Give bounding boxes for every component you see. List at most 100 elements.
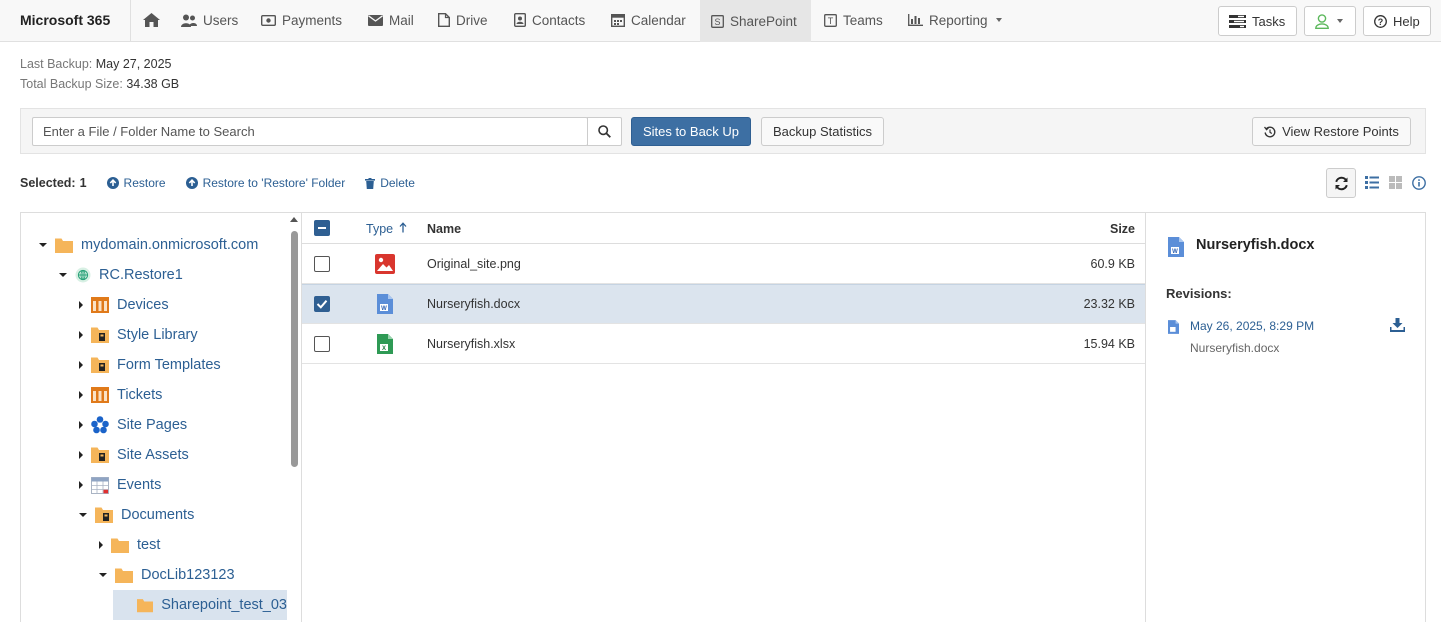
mail-icon — [368, 14, 383, 26]
file-name: Nurseryfish.docx — [427, 297, 521, 311]
nav-teams[interactable]: T Teams — [824, 0, 883, 40]
tree-item-devices[interactable]: Devices — [79, 290, 169, 320]
nav-reporting[interactable]: Reporting — [908, 0, 1002, 40]
users-icon — [181, 14, 197, 27]
revision-date-link[interactable]: May 26, 2025, 8:29 PM — [1190, 319, 1314, 333]
site-tree-panel: mydomain.onmicrosoft.com RC.Restore1 Dev… — [20, 212, 302, 622]
view-restore-points-button[interactable]: View Restore Points — [1252, 117, 1411, 146]
library-icon — [91, 447, 109, 463]
svg-text:T: T — [828, 16, 834, 26]
sort-ascending-icon — [399, 222, 407, 233]
backup-statistics-button[interactable]: Backup Statistics — [761, 117, 884, 146]
file-table-header: Type Name Size — [302, 213, 1145, 244]
nav-contacts[interactable]: Contacts — [514, 0, 585, 40]
nav-sharepoint[interactable]: S SharePoint — [700, 0, 811, 42]
scroll-up-arrow-icon[interactable] — [290, 217, 298, 222]
file-row[interactable]: X Nurseryfish.xlsx 15.94 KB — [302, 324, 1145, 364]
tree-item-doclib[interactable]: DocLib123123 — [99, 560, 235, 590]
sites-to-back-up-button[interactable]: Sites to Back Up — [631, 117, 751, 146]
user-menu-button[interactable] — [1304, 6, 1356, 36]
last-backup-info: Last Backup: May 27, 2025 — [20, 57, 172, 71]
tree-item-site-pages[interactable]: Site Pages — [79, 410, 187, 440]
restore-action[interactable]: Restore — [106, 176, 166, 190]
checkmark-icon — [316, 300, 328, 309]
tree-item-events[interactable]: Events — [79, 470, 161, 500]
arrow-up-circle-icon — [106, 177, 119, 189]
nav-calendar[interactable]: Calendar — [611, 0, 686, 40]
expand-arrow-icon — [79, 451, 83, 459]
tree-item-label: Tickets — [117, 387, 163, 403]
nav-home[interactable] — [143, 0, 160, 40]
tree-scrollbar-thumb[interactable] — [291, 231, 298, 467]
expand-arrow-icon — [79, 481, 83, 489]
restore-to-folder-action[interactable]: Restore to 'Restore' Folder — [185, 176, 346, 190]
select-all-checkbox[interactable] — [314, 220, 330, 236]
file-size: 15.94 KB — [1083, 337, 1135, 351]
help-icon: ? — [1374, 14, 1387, 28]
tree-item-style-library[interactable]: Style Library — [79, 320, 198, 350]
total-backup-size-info: Total Backup Size: 34.38 GB — [20, 77, 179, 91]
row-checkbox[interactable] — [314, 296, 330, 312]
search-toolbar: Enter a File / Folder Name to Search Sit… — [20, 108, 1426, 154]
tree-scrollbar[interactable] — [287, 213, 301, 622]
calendar-list-icon — [91, 476, 109, 494]
nav-drive-label: Drive — [456, 12, 488, 28]
nav-payments[interactable]: Payments — [261, 0, 342, 40]
info-icon[interactable] — [1412, 176, 1426, 190]
refresh-button[interactable] — [1326, 168, 1356, 198]
restore-to-folder-label: Restore to 'Restore' Folder — [202, 176, 346, 190]
nav-reporting-label: Reporting — [929, 12, 988, 28]
tree-item-site[interactable]: RC.Restore1 — [59, 260, 183, 290]
tree-item-form-templates[interactable]: Form Templates — [79, 350, 221, 380]
tasks-button[interactable]: Tasks — [1218, 6, 1297, 36]
file-row[interactable]: Original_site.png 60.9 KB — [302, 244, 1145, 284]
row-checkbox[interactable] — [314, 336, 330, 352]
list-icon — [91, 297, 109, 313]
tree-item-test[interactable]: test — [99, 530, 160, 560]
sharepoint-icon: S — [711, 14, 724, 28]
type-header-label: Type — [366, 222, 394, 236]
name-column-header[interactable]: Name — [427, 222, 461, 236]
image-file-icon — [375, 254, 395, 274]
file-details-panel: W Nurseryfish.docx Revisions: May 26, 20… — [1145, 212, 1426, 622]
tree-item-label: mydomain.onmicrosoft.com — [81, 237, 259, 253]
tree-item-tickets[interactable]: Tickets — [79, 380, 162, 410]
size-column-header[interactable]: Size — [1110, 222, 1135, 236]
nav-contacts-label: Contacts — [532, 12, 586, 28]
top-navbar: Microsoft 365 Users Payments Mail Drive … — [0, 0, 1441, 42]
folder-icon — [115, 568, 133, 583]
history-icon — [1264, 126, 1276, 137]
delete-action[interactable]: Delete — [365, 176, 415, 190]
nav-drive[interactable]: Drive — [438, 0, 488, 40]
folder-icon — [55, 238, 73, 253]
expand-arrow-icon — [79, 361, 83, 369]
expand-arrow-icon — [99, 541, 103, 549]
file-row[interactable]: W Nurseryfish.docx 23.32 KB — [302, 284, 1145, 324]
help-button[interactable]: ? Help — [1363, 6, 1431, 36]
tree-item-documents[interactable]: Documents — [79, 500, 194, 530]
library-icon — [91, 327, 109, 343]
download-icon[interactable] — [1390, 318, 1405, 332]
revisions-label: Revisions: — [1166, 286, 1232, 301]
total-size-label: Total Backup Size: — [20, 77, 123, 91]
nav-mail[interactable]: Mail — [368, 0, 414, 40]
search-button[interactable] — [587, 117, 622, 146]
site-pages-icon — [91, 416, 109, 434]
list-view-icon[interactable] — [1365, 176, 1379, 189]
file-list-panel: Type Name Size Original_site.png 60.9 KB… — [301, 212, 1146, 622]
contacts-icon — [514, 13, 526, 27]
brand-divider — [130, 0, 131, 42]
tree-item-label: Style Library — [117, 327, 198, 343]
tasks-label: Tasks — [1252, 13, 1286, 29]
nav-users-label: Users — [203, 12, 239, 28]
tree-item-label: Events — [117, 477, 162, 493]
tree-item-sharepoint-test[interactable]: Sharepoint_test_03 — [113, 590, 287, 620]
tree-item-site-assets[interactable]: Site Assets — [79, 440, 189, 470]
search-input[interactable]: Enter a File / Folder Name to Search — [32, 117, 588, 146]
nav-users[interactable]: Users — [181, 0, 238, 40]
grid-view-icon[interactable] — [1389, 176, 1402, 189]
arrow-up-circle-icon — [185, 177, 198, 189]
row-checkbox[interactable] — [314, 256, 330, 272]
tree-item-root[interactable]: mydomain.onmicrosoft.com — [39, 230, 258, 260]
type-column-header[interactable]: Type — [366, 222, 407, 236]
